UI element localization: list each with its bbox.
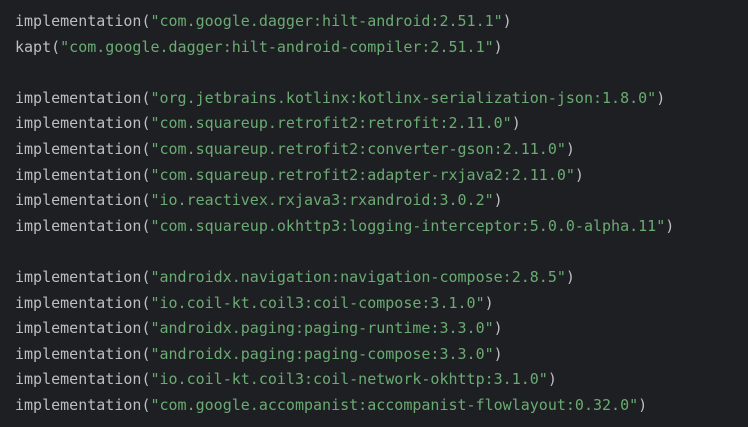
close-paren: ) xyxy=(574,165,584,184)
dependency-line[interactable]: implementation("androidx.navigation:navi… xyxy=(15,265,748,291)
dependency-string: "androidx.paging:paging-compose:3.3.0" xyxy=(150,344,494,363)
dependency-line[interactable]: implementation("com.google.dagger:hilt-a… xyxy=(15,9,748,35)
function-name: implementation xyxy=(15,88,142,107)
dependency-line[interactable]: implementation("com.squareup.okhttp3:log… xyxy=(15,214,748,240)
close-paren: ) xyxy=(493,37,503,56)
open-paren: ( xyxy=(51,37,61,56)
close-paren: ) xyxy=(493,319,503,338)
dependency-string: "com.google.dagger:hilt-android-compiler… xyxy=(60,37,494,56)
function-name: implementation xyxy=(15,139,142,158)
dependency-line[interactable]: implementation("com.squareup.retrofit2:a… xyxy=(15,163,748,189)
function-name: implementation xyxy=(15,395,142,414)
dependency-string: "com.google.dagger:hilt-android:2.51.1" xyxy=(150,12,503,30)
function-name: implementation xyxy=(15,293,142,312)
close-paren: ) xyxy=(638,395,648,414)
function-name: implementation xyxy=(15,12,142,30)
dependency-line[interactable]: kapt("com.google.dagger:hilt-android-com… xyxy=(15,35,748,61)
close-paren: ) xyxy=(502,12,512,30)
dependency-string: "io.coil-kt.coil3:coil-network-okhttp:3.… xyxy=(150,370,548,389)
dependency-string: "com.squareup.okhttp3:logging-intercepto… xyxy=(150,216,666,235)
close-paren: ) xyxy=(493,344,503,363)
dependency-line[interactable]: implementation("com.squareup.retrofit2:c… xyxy=(15,137,748,163)
function-name: kapt xyxy=(15,37,52,56)
dependency-string: "com.squareup.retrofit2:converter-gson:2… xyxy=(150,139,566,158)
close-paren: ) xyxy=(547,370,557,389)
close-paren: ) xyxy=(484,293,494,312)
function-name: implementation xyxy=(15,114,142,133)
dependency-string: "com.squareup.retrofit2:adapter-rxjava2:… xyxy=(150,165,575,184)
function-name: implementation xyxy=(15,370,142,389)
function-name: implementation xyxy=(15,319,142,338)
close-paren: ) xyxy=(493,191,503,210)
dependency-line[interactable]: implementation("com.squareup.retrofit2:r… xyxy=(15,111,748,137)
dependency-string: "org.jetbrains.kotlinx:kotlinx-serializa… xyxy=(150,88,657,107)
dependency-line[interactable]: implementation("io.coil-kt.coil3:coil-ne… xyxy=(15,367,748,393)
dependency-line[interactable]: implementation("io.coil-kt.coil3:coil-co… xyxy=(15,291,748,317)
blank-line[interactable] xyxy=(15,239,748,265)
blank-line[interactable] xyxy=(15,60,748,86)
dependency-string: "io.reactivex.rxjava3:rxandroid:3.0.2" xyxy=(150,191,494,210)
dependency-string: "androidx.paging:paging-runtime:3.3.0" xyxy=(150,319,494,338)
dependency-line[interactable]: implementation("org.jetbrains.kotlinx:ko… xyxy=(15,86,748,112)
function-name: implementation xyxy=(15,165,142,184)
close-paren: ) xyxy=(656,88,666,107)
function-name: implementation xyxy=(15,267,142,286)
function-name: implementation xyxy=(15,344,142,363)
close-paren: ) xyxy=(665,216,675,235)
dependency-string: "io.coil-kt.coil3:coil-compose:3.1.0" xyxy=(150,293,485,312)
dependency-string: "androidx.navigation:navigation-compose:… xyxy=(150,267,566,286)
close-paren: ) xyxy=(565,267,575,286)
dependency-string: "com.squareup.retrofit2:retrofit:2.11.0" xyxy=(150,114,512,133)
close-paren: ) xyxy=(565,139,575,158)
close-paren: ) xyxy=(511,114,521,133)
dependency-line[interactable]: implementation("com.google.accompanist:a… xyxy=(15,393,748,419)
function-name: implementation xyxy=(15,191,142,210)
dependency-line[interactable]: implementation("io.reactivex.rxjava3:rxa… xyxy=(15,188,748,214)
dependency-line[interactable]: implementation("androidx.paging:paging-r… xyxy=(15,316,748,342)
function-name: implementation xyxy=(15,216,142,235)
dependency-string: "com.google.accompanist:accompanist-flow… xyxy=(150,395,639,414)
dependency-line[interactable]: implementation("androidx.paging:paging-c… xyxy=(15,342,748,368)
code-editor[interactable]: implementation("com.google.dagger:hilt-a… xyxy=(0,0,748,427)
